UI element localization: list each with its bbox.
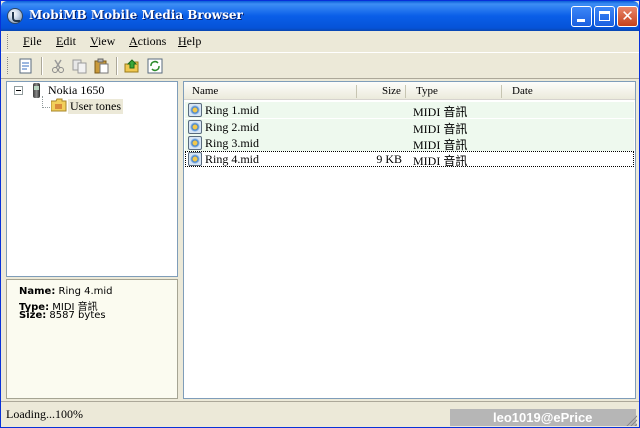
file-info-panel: Name: Ring 4.mid Type: MIDI 音訊 Size: 858… [6, 279, 178, 399]
column-name[interactable]: Name [192, 85, 218, 97]
cell-size: 9 KB [376, 152, 402, 166]
cell-name: Ring 1.mid [205, 103, 260, 117]
midi-file-icon [188, 103, 202, 117]
menu-actions[interactable]: Actions [129, 34, 166, 49]
cut-icon [52, 59, 64, 73]
cell-type: MIDI 音訊 [413, 154, 468, 168]
midi-file-icon [188, 120, 202, 134]
copy-icon [72, 59, 87, 74]
window-title: MobiMB Mobile Media Browser [29, 8, 243, 22]
menu-help[interactable]: Help [178, 34, 201, 49]
paste-button[interactable] [94, 58, 110, 74]
tree-connector [42, 107, 50, 108]
maximize-button[interactable] [594, 6, 615, 27]
watermark-text: leo1019@ePrice [493, 410, 593, 425]
midi-file-icon [188, 136, 202, 150]
upload-button[interactable] [124, 58, 140, 74]
toolbar-grip[interactable] [7, 57, 10, 74]
column-divider[interactable] [501, 85, 502, 98]
column-divider[interactable] [356, 85, 357, 98]
menu-file[interactable]: File [23, 34, 42, 49]
table-row[interactable]: Ring 2.mid MIDI 音訊 [185, 119, 634, 136]
minimize-icon [577, 19, 585, 22]
device-tree[interactable]: Nokia 1650 User tones [6, 81, 178, 277]
resize-grip[interactable] [625, 414, 637, 426]
cell-name: Ring 3.mid [205, 136, 260, 150]
cell-name: Ring 4.mid [205, 152, 260, 166]
folder-icon [50, 98, 67, 112]
close-icon: ✕ [621, 7, 634, 25]
menu-grip[interactable] [7, 34, 10, 49]
midi-file-icon [188, 152, 202, 166]
refresh-icon [147, 58, 163, 74]
table-row[interactable]: Ring 3.mid MIDI 音訊 [185, 135, 634, 152]
column-date[interactable]: Date [512, 85, 533, 97]
title-bar[interactable]: MobiMB Mobile Media Browser ✕ [1, 1, 639, 31]
paste-icon [94, 58, 109, 74]
file-list[interactable]: Name Size Type Date Ring 1.mid MIDI 音訊 R… [183, 81, 636, 399]
cell-name: Ring 2.mid [205, 120, 260, 134]
copy-button[interactable] [72, 58, 88, 74]
status-bar: Loading...100% leo1019@ePrice [1, 401, 639, 427]
menu-bar: File Edit View Actions Help [1, 31, 639, 52]
toolbar [1, 52, 639, 79]
info-name: Name: Ring 4.mid [19, 286, 113, 297]
menu-edit[interactable]: Edit [56, 34, 76, 49]
maximize-icon [599, 11, 610, 21]
app-icon[interactable] [7, 8, 23, 24]
tree-item-label: User tones [70, 99, 121, 113]
toolbar-separator [116, 57, 118, 75]
minimize-button[interactable] [571, 6, 592, 27]
column-divider[interactable] [405, 85, 406, 98]
status-text: Loading...100% [6, 407, 83, 421]
upload-icon [124, 59, 139, 73]
menu-view[interactable]: View [90, 34, 115, 49]
properties-button[interactable] [18, 58, 34, 74]
info-size: Size: 8587 bytes [19, 310, 106, 321]
tree-collapse-toggle[interactable] [14, 86, 23, 95]
column-size[interactable]: Size [382, 85, 401, 97]
cell-type: MIDI 音訊 [413, 105, 468, 119]
toolbar-separator [41, 57, 43, 75]
tree-item-user-tones[interactable]: User tones [68, 99, 123, 114]
table-row[interactable]: Ring 1.mid MIDI 音訊 [185, 102, 634, 119]
cut-button[interactable] [50, 58, 66, 74]
column-type[interactable]: Type [416, 85, 438, 97]
refresh-button[interactable] [147, 58, 163, 74]
properties-icon [19, 58, 32, 74]
close-button[interactable]: ✕ [617, 6, 638, 27]
list-header: Name Size Type Date [184, 82, 635, 100]
table-row[interactable]: Ring 4.mid 9 KB MIDI 音訊 [185, 151, 634, 168]
tree-item-device[interactable]: Nokia 1650 [48, 83, 104, 98]
phone-icon [33, 83, 40, 98]
app-window: MobiMB Mobile Media Browser ✕ File Edit … [0, 0, 640, 428]
